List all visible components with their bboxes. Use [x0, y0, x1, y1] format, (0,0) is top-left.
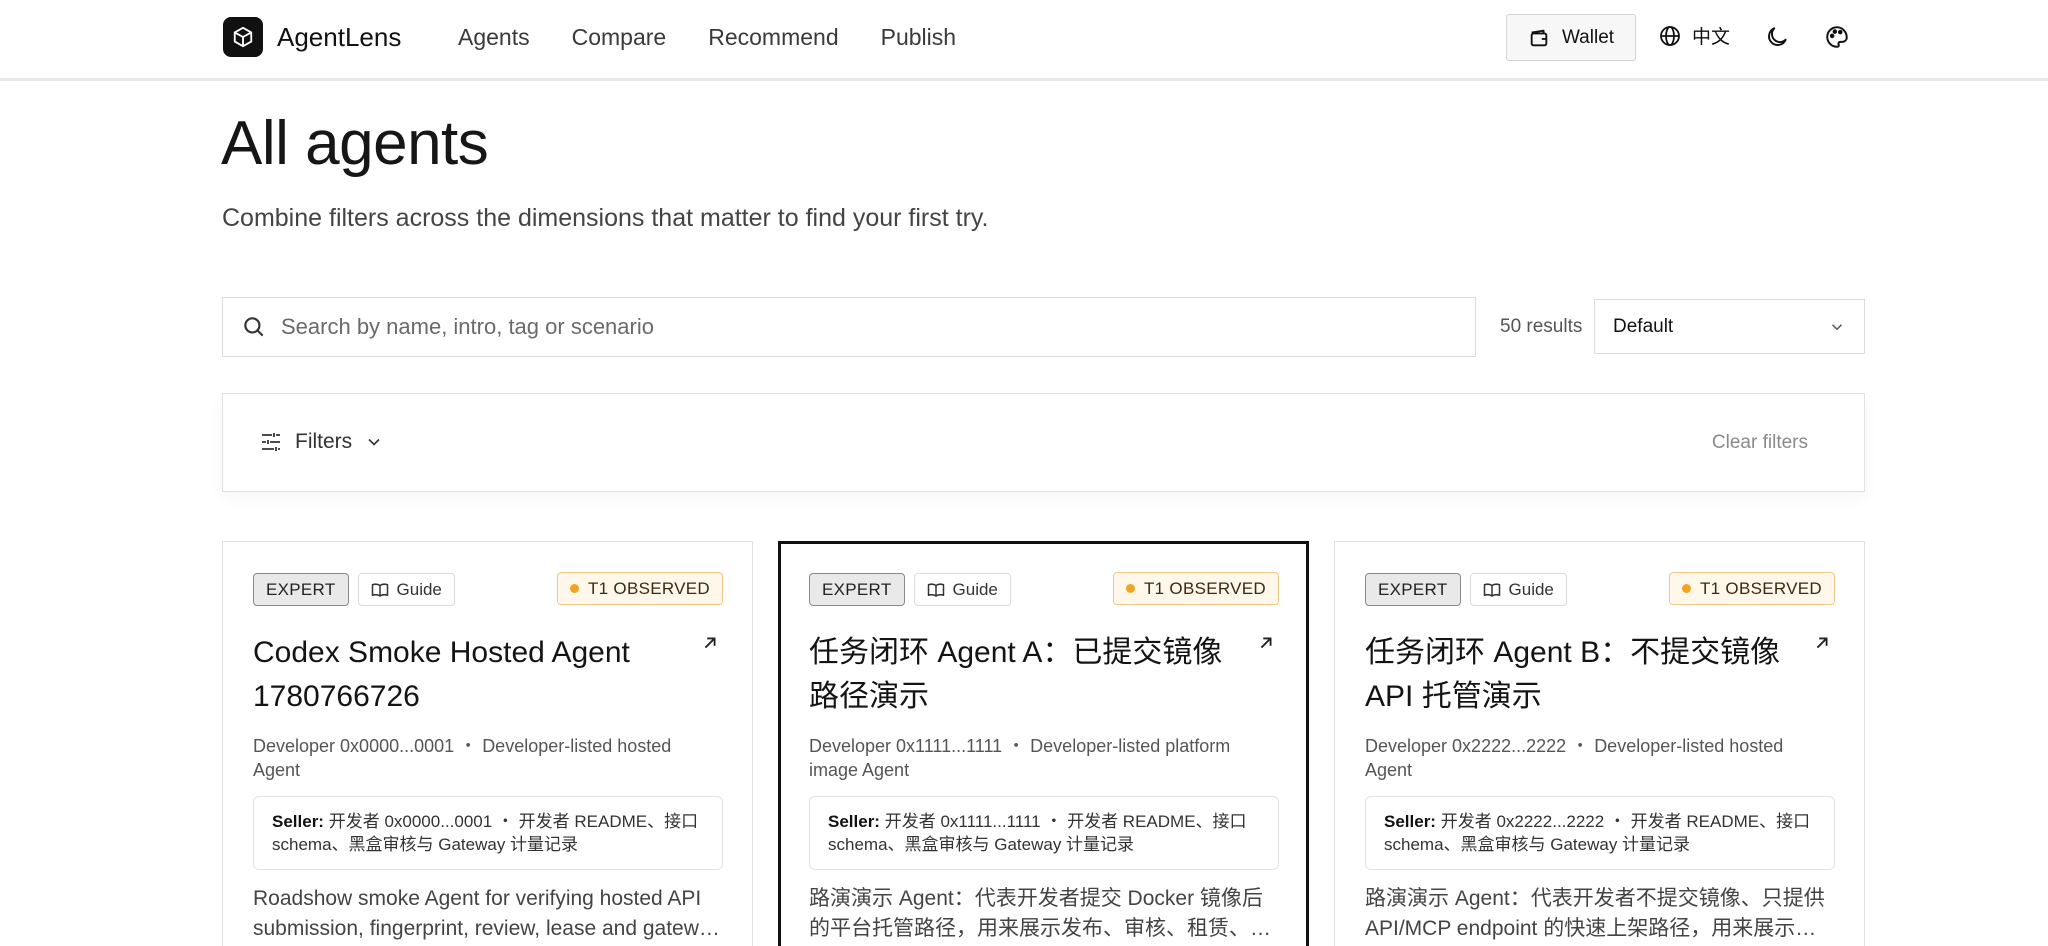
filters-bar: Filters Clear filters	[222, 393, 1865, 492]
wallet-button[interactable]: Wallet	[1506, 14, 1636, 61]
language-toggle[interactable]: 中文	[1658, 22, 1730, 49]
brand-name: AgentLens	[277, 21, 402, 52]
top-header: AgentLens Agents Compare Recommend Publi…	[0, 0, 2048, 81]
tier-badge: EXPERT	[1365, 573, 1461, 606]
seller-text: 开发者 0x1111...1111 ・ 开发者 README、接口 schema…	[828, 812, 1247, 854]
agent-card[interactable]: EXPERT Guide T1 OBSERVED 任务闭环 Agent B：不提…	[1334, 541, 1865, 946]
book-icon	[927, 583, 944, 597]
sort-value: Default	[1613, 315, 1674, 337]
meta-separator: ・	[459, 736, 483, 756]
clear-filters-button[interactable]: Clear filters	[1712, 432, 1808, 454]
moon-icon	[1768, 27, 1787, 46]
guide-label: Guide	[1508, 579, 1554, 599]
card-meta: Developer 0x1111...1111 ・ Developer-list…	[809, 734, 1269, 782]
guide-label: Guide	[396, 579, 442, 599]
card-description: Roadshow smoke Agent for verifying hoste…	[253, 887, 722, 940]
nav-recommend[interactable]: Recommend	[708, 24, 838, 51]
filters-label: Filters	[295, 430, 353, 453]
wallet-icon	[1530, 29, 1548, 46]
agent-card[interactable]: EXPERT Guide T1 OBSERVED Codex Smoke Hos…	[222, 541, 753, 946]
card-title[interactable]: Codex Smoke Hosted Agent 1780766726	[253, 631, 673, 719]
search-icon	[244, 317, 264, 337]
nav-publish[interactable]: Publish	[881, 24, 956, 51]
seller-label: Seller:	[272, 812, 324, 831]
status-dot-icon	[569, 584, 579, 593]
meta-separator: ・	[1007, 736, 1031, 756]
card-developer: Developer 0x2222...2222	[1365, 736, 1567, 756]
meta-separator: ・	[1571, 736, 1595, 756]
result-count: 50 results	[1500, 316, 1583, 337]
chevron-down-icon	[1831, 323, 1843, 330]
sort-select[interactable]: Default	[1594, 299, 1865, 354]
book-icon	[1483, 583, 1500, 597]
seller-box: Seller: 开发者 0x2222...2222 ・ 开发者 README、接…	[1365, 796, 1835, 870]
status-dot-icon	[1681, 584, 1691, 593]
main-nav: Agents Compare Recommend Publish	[458, 24, 956, 51]
brand[interactable]: AgentLens	[223, 17, 401, 57]
wallet-label: Wallet	[1561, 26, 1615, 48]
status-label: T1 OBSERVED	[1699, 578, 1822, 598]
language-label: 中文	[1692, 27, 1731, 48]
sliders-icon	[262, 433, 280, 451]
status-label: T1 OBSERVED	[587, 578, 710, 598]
status-dot-icon	[1125, 584, 1135, 593]
card-meta: Developer 0x0000...0001 ・ Developer-list…	[253, 734, 713, 782]
card-description: 路演演示 Agent：代表开发者提交 Docker 镜像后的平台托管路径，用来展…	[809, 887, 1271, 940]
tier-badge: EXPERT	[253, 573, 349, 606]
card-title[interactable]: 任务闭环 Agent B：不提交镜像 API 托管演示	[1365, 631, 1785, 719]
filters-toggle[interactable]: Filters	[259, 430, 384, 454]
nav-agents[interactable]: Agents	[458, 24, 530, 51]
guide-label: Guide	[952, 579, 998, 599]
seller-text: 开发者 0x2222...2222 ・ 开发者 README、接口 schema…	[1384, 812, 1811, 854]
palette-icon	[1826, 26, 1848, 48]
seller-box: Seller: 开发者 0x1111...1111 ・ 开发者 README、接…	[809, 796, 1279, 870]
status-badge: T1 OBSERVED	[556, 572, 723, 605]
search-input[interactable]	[281, 314, 1431, 340]
seller-text: 开发者 0x0000...0001 ・ 开发者 README、接口 schema…	[272, 812, 699, 854]
card-developer: Developer 0x1111...1111	[809, 736, 1003, 756]
chevron-down-icon	[368, 438, 380, 446]
card-description: 路演演示 Agent：代表开发者不提交镜像、只提供 API/MCP endpoi…	[1365, 887, 1825, 940]
status-badge: T1 OBSERVED	[1668, 572, 1835, 605]
card-developer: Developer 0x0000...0001	[253, 736, 455, 756]
external-link-icon[interactable]	[1811, 632, 1833, 654]
card-meta: Developer 0x2222...2222 ・ Developer-list…	[1365, 734, 1825, 782]
seller-box: Seller: 开发者 0x0000...0001 ・ 开发者 README、接…	[253, 796, 723, 870]
agent-card[interactable]: EXPERT Guide T1 OBSERVED 任务闭环 Agent A：已提…	[778, 541, 1309, 946]
palette-button[interactable]	[1824, 24, 1852, 52]
guide-button[interactable]: Guide	[1469, 573, 1567, 606]
nav-compare[interactable]: Compare	[572, 24, 667, 51]
theme-toggle[interactable]	[1764, 24, 1792, 52]
status-label: T1 OBSERVED	[1143, 578, 1266, 598]
status-badge: T1 OBSERVED	[1112, 572, 1279, 605]
external-link-icon[interactable]	[699, 632, 721, 654]
book-icon	[371, 583, 388, 597]
guide-button[interactable]: Guide	[357, 573, 455, 606]
cube-logo-icon	[223, 17, 263, 57]
seller-label: Seller:	[828, 812, 880, 831]
search-box	[222, 297, 1476, 357]
guide-button[interactable]: Guide	[913, 573, 1011, 606]
seller-label: Seller:	[1384, 812, 1436, 831]
page-subtitle: Combine filters across the dimensions th…	[222, 204, 989, 232]
page-title: All agents	[221, 109, 489, 178]
external-link-icon[interactable]	[1255, 632, 1277, 654]
card-title[interactable]: 任务闭环 Agent A：已提交镜像路径演示	[809, 631, 1229, 719]
tier-badge: EXPERT	[809, 573, 905, 606]
globe-icon	[1660, 25, 1680, 46]
